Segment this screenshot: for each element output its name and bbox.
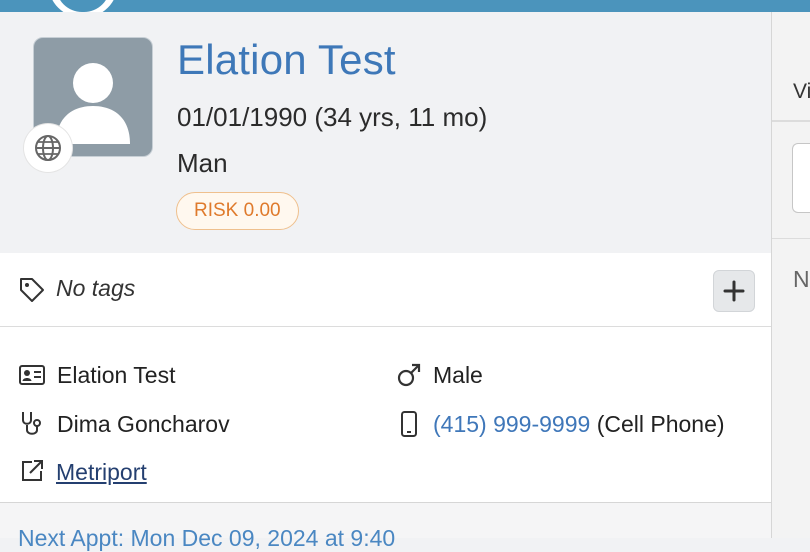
tag-icon <box>18 276 46 309</box>
provider-name: Dima Goncharov <box>57 411 230 437</box>
right-tab-fragment[interactable]: Vi <box>793 80 810 104</box>
next-appointment-link[interactable]: Next Appt: Mon Dec 09, 2024 at 9:40 <box>18 525 395 552</box>
stethoscope-icon <box>19 410 45 443</box>
add-tag-button[interactable] <box>713 270 755 312</box>
right-input-fragment[interactable] <box>792 143 810 213</box>
right-divider <box>772 120 810 122</box>
risk-badge[interactable]: RISK 0.00 <box>176 192 299 230</box>
phone-type: (Cell Phone) <box>596 411 725 437</box>
right-divider-2 <box>772 238 810 239</box>
top-bar <box>0 0 810 12</box>
phone-link[interactable]: (415) 999-9999 <box>433 411 590 437</box>
no-tags-label: No tags <box>56 275 136 301</box>
legal-name: Elation Test <box>57 362 176 388</box>
metriport-link[interactable]: Metriport <box>56 459 147 486</box>
patient-header: Elation Test 01/01/1990 (34 yrs, 11 mo) … <box>0 12 771 265</box>
external-link-icon <box>19 458 45 489</box>
gender-value: Male <box>433 362 483 388</box>
globe-badge[interactable] <box>24 124 72 172</box>
male-icon <box>396 362 422 393</box>
patient-dob: 01/01/1990 (34 yrs, 11 mo) <box>177 102 488 132</box>
mobile-phone-icon <box>400 410 418 443</box>
patient-sex: Man <box>177 148 228 178</box>
patient-name[interactable]: Elation Test <box>177 36 396 84</box>
globe-icon <box>35 135 61 161</box>
plus-icon <box>723 280 745 302</box>
id-card-icon <box>18 363 46 392</box>
right-text-fragment: N <box>793 266 810 292</box>
phone-row: (415) 999-9999 (Cell Phone) <box>433 411 725 438</box>
